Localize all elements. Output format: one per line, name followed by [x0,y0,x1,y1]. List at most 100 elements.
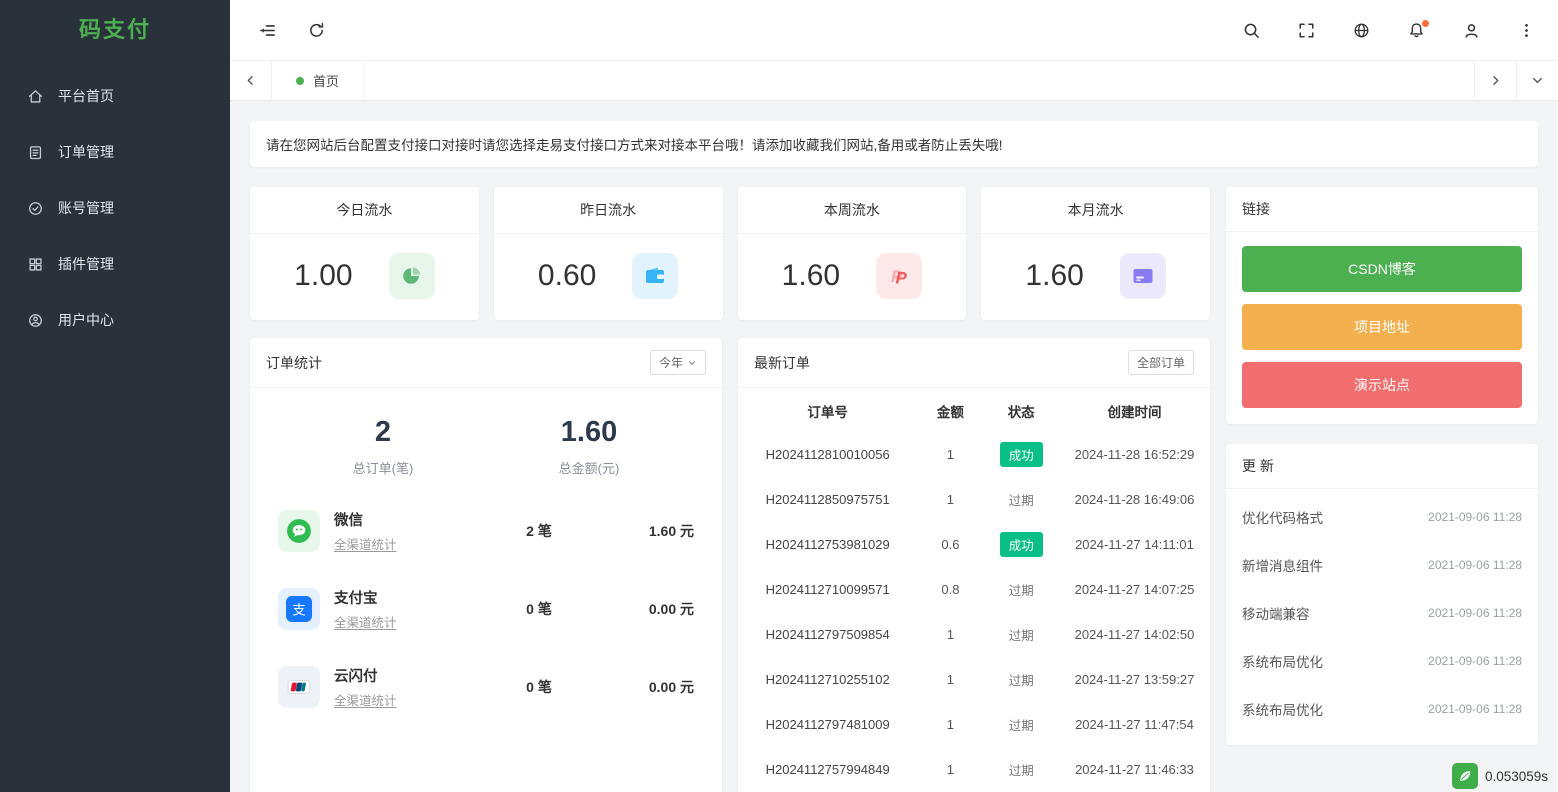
order-time: 2024-11-27 14:11:01 [1059,522,1210,567]
channel-stats-link[interactable]: 全渠道统计 [334,690,494,709]
sidebar-item-plugins[interactable]: 插件管理 [0,236,230,292]
order-time: 2024-11-27 14:07:25 [1059,567,1210,612]
sidebar-item-home[interactable]: 平台首页 [0,68,230,124]
tab-bar: 首页 [230,60,1558,101]
sidebar-item-label: 平台首页 [58,86,114,106]
demo-site-button[interactable]: 演示站点 [1242,362,1522,408]
channel-amount: 0.00 元 [584,599,694,619]
tab-scroll-left-button[interactable] [230,61,272,100]
status-badge: 过期 [1000,487,1043,512]
order-amount: 1 [917,432,983,477]
refresh-icon[interactable] [307,21,326,40]
order-time: 2024-11-27 11:47:54 [1059,702,1210,747]
order-amount: 1 [917,747,983,792]
update-label: 新增消息组件 [1242,555,1323,575]
fullscreen-icon[interactable] [1297,21,1316,40]
account-check-icon [27,200,44,217]
sidebar-item-accounts[interactable]: 账号管理 [0,180,230,236]
order-id: H2024112710255102 [738,657,917,702]
render-time-text: 0.053059s [1485,769,1548,784]
project-url-button[interactable]: 项目地址 [1242,304,1522,350]
chevron-left-icon [243,73,258,88]
table-row: H2024112810010056 1 成功 2024-11-28 16:52:… [738,432,1210,477]
channel-list: 微信 全渠道统计 2 笔 1.60 元 支 [250,499,722,749]
sidebar-item-label: 用户中心 [58,310,114,330]
sidebar-item-user-center[interactable]: 用户中心 [0,292,230,348]
latest-orders-card: 最新订单 全部订单 订单号 金额 状态 创建时间 [738,338,1210,792]
sidebar-nav: 平台首页 订单管理 账号管理 插件管理 用户中心 [0,68,230,348]
main-content: 请在您网站后台配置支付接口对接时请您选择走易支付接口方式来对接本平台哦！请添加收… [230,101,1558,792]
order-id: H2024112710099571 [738,567,917,612]
table-row: H2024112757994849 1 过期 2024-11-27 11:46:… [738,747,1210,792]
app-root: 码支付 平台首页 订单管理 账号管理 插件管理 用户中心 [0,0,1558,792]
order-id: H2024112797481009 [738,702,917,747]
leaf-logo-icon [1452,763,1478,789]
chevron-down-icon [687,358,697,368]
user-icon[interactable] [1462,21,1481,40]
chevron-right-icon [1488,73,1503,88]
order-id: H2024112757994849 [738,747,917,792]
order-icon [27,144,44,161]
order-time: 2024-11-28 16:52:29 [1059,432,1210,477]
order-time: 2024-11-28 16:49:06 [1059,477,1210,522]
total-orders-label: 总订单(笔) [353,458,414,477]
notice-bar: 请在您网站后台配置支付接口对接时请您选择走易支付接口方式来对接本平台哦！请添加收… [250,121,1538,167]
content-left-column: 今日流水 1.00 昨日流水 0.60 [250,187,1210,792]
order-amount: 0.6 [917,522,983,567]
sidebar-item-label: 插件管理 [58,254,114,274]
main-region: 首页 请在您网站后台配置支付接口对接时请您选择走易支付接口方式来对接本平台哦！请… [230,0,1558,792]
table-header-row: 订单号 金额 状态 创建时间 [738,388,1210,432]
order-totals: 2 总订单(笔) 1.60 总金额(元) [250,388,722,499]
more-vertical-icon[interactable] [1517,21,1536,40]
update-time: 2021-09-06 11:28 [1428,702,1522,716]
list-item: 新增消息组件 2021-09-06 11:28 [1242,541,1522,589]
alipay-icon: 支 [278,588,320,630]
svg-text:P: P [896,269,908,288]
stat-card-month: 本月流水 1.60 [981,187,1210,320]
sidebar-item-orders[interactable]: 订单管理 [0,124,230,180]
user-circle-icon [27,312,44,329]
tab-scroll-right-button[interactable] [1474,61,1516,100]
order-amount: 1 [917,477,983,522]
channel-stats-link[interactable]: 全渠道统计 [334,534,494,553]
updates-title: 更 新 [1242,456,1274,476]
stat-value: 1.00 [294,259,352,293]
stat-title: 今日流水 [250,187,479,234]
collapse-menu-icon[interactable] [258,21,277,40]
list-item: 系统布局优化 2021-09-06 11:28 [1242,637,1522,685]
stat-value: 0.60 [538,259,596,293]
order-amount: 1 [917,612,983,657]
channel-stats-link[interactable]: 全渠道统计 [334,612,494,631]
table-row: H2024112797509854 1 过期 2024-11-27 14:02:… [738,612,1210,657]
order-amount: 1 [917,702,983,747]
content-right-column: 链接 CSDN博客 项目地址 演示站点 更 新 [1226,187,1538,745]
svg-text:支: 支 [292,602,306,617]
col-status: 状态 [983,388,1059,432]
tab-home[interactable]: 首页 [272,61,364,100]
search-icon[interactable] [1242,21,1261,40]
period-select-value: 今年 [659,354,683,371]
tab-menu-button[interactable] [1516,61,1558,100]
all-orders-button[interactable]: 全部订单 [1128,350,1194,375]
stat-cards-row: 今日流水 1.00 昨日流水 0.60 [250,187,1210,320]
col-created-time: 创建时间 [1059,388,1210,432]
pie-chart-icon [389,253,435,299]
channel-row-alipay: 支 支付宝 全渠道统计 0 笔 0.00 元 [278,587,694,631]
status-badge: 过期 [1000,622,1043,647]
list-item: 系统布局优化 2021-09-06 11:28 [1242,685,1522,733]
update-label: 优化代码格式 [1242,507,1323,527]
csdn-blog-button[interactable]: CSDN博客 [1242,246,1522,292]
globe-icon[interactable] [1352,21,1371,40]
status-badge: 过期 [1000,757,1043,782]
tab-spacer [364,61,1474,100]
channel-name: 微信 [334,509,494,530]
update-time: 2021-09-06 11:28 [1428,558,1522,572]
tab-label: 首页 [313,71,339,90]
stat-card-week: 本周流水 1.60 PP [738,187,967,320]
paypal-icon: PP [876,253,922,299]
update-label: 系统布局优化 [1242,699,1323,719]
bell-icon[interactable] [1407,21,1426,40]
period-select[interactable]: 今年 [650,350,706,375]
app-logo: 码支付 [0,0,230,60]
header-right-icons [1242,21,1536,40]
